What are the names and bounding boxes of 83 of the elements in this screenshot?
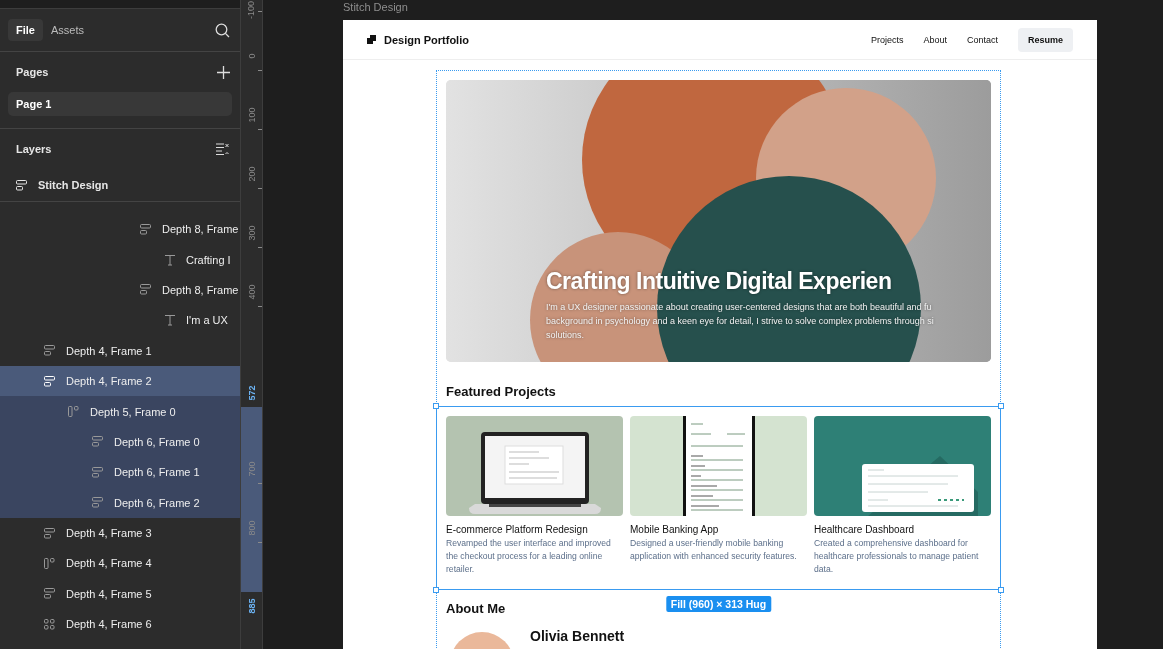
grid-icon bbox=[44, 618, 56, 630]
layer-row[interactable]: Depth 4, Frame 4 bbox=[0, 548, 240, 579]
layer-row[interactable]: Depth 4, Frame 1 bbox=[0, 335, 240, 366]
brand-name: Design Portfolio bbox=[384, 33, 469, 46]
project-title: Mobile Banking App bbox=[630, 524, 720, 535]
layer-row[interactable]: Depth 8, Frame bbox=[0, 274, 240, 306]
layer-name: Depth 4, Frame 3 bbox=[66, 527, 152, 540]
nav-link[interactable]: About bbox=[923, 34, 947, 45]
frame-icon bbox=[44, 588, 56, 600]
ruler-label: 800 bbox=[246, 520, 257, 536]
ruler-label: 0 bbox=[246, 53, 257, 59]
frame-icon bbox=[92, 497, 104, 509]
section-title: Pages bbox=[16, 66, 49, 78]
nav-link[interactable]: Projects bbox=[870, 34, 904, 45]
ruler-label: 885 bbox=[246, 598, 257, 614]
layer-name: Depth 8, Frame bbox=[162, 283, 239, 296]
frame-icon bbox=[44, 375, 56, 387]
project-description: Revamped the user interface and improved the checkout process for a leading online retailer. bbox=[446, 537, 612, 576]
nav-link[interactable]: Contact bbox=[966, 34, 998, 45]
project-title: Healthcare Dashboard bbox=[814, 524, 916, 535]
frame-icon bbox=[44, 558, 56, 569]
resize-handle[interactable] bbox=[433, 587, 439, 593]
layer-row[interactable]: Crafting I bbox=[0, 244, 240, 275]
layer-name: I'm a UX bbox=[186, 314, 228, 327]
panel-tab[interactable]: File bbox=[8, 19, 43, 41]
layer-name: Depth 6, Frame 0 bbox=[114, 435, 200, 448]
frame-icon bbox=[16, 179, 28, 191]
text-icon bbox=[164, 314, 176, 327]
person-name: Olivia Bennett bbox=[530, 628, 625, 646]
layer-name: Depth 6, Frame 1 bbox=[114, 466, 200, 479]
layer-row[interactable]: Depth 4, Frame 6 bbox=[0, 609, 240, 640]
layer-row[interactable]: Depth 4, Frame 2 bbox=[0, 365, 240, 397]
project-title: E-commerce Platform Redesign bbox=[446, 524, 589, 535]
frame-icon bbox=[140, 223, 152, 235]
size-badge: Fill (960) × 313 Hug bbox=[665, 596, 772, 612]
layer-name: Depth 4, Frame 4 bbox=[66, 557, 152, 570]
frame-icon bbox=[92, 436, 104, 448]
frame-icon bbox=[44, 527, 56, 539]
layer-name: Depth 4, Frame 6 bbox=[66, 618, 152, 631]
ruler-label: 200 bbox=[246, 166, 257, 182]
layer-row[interactable]: Depth 8, Frame bbox=[0, 214, 240, 245]
layer-row[interactable]: Depth 6, Frame 0 bbox=[0, 426, 240, 458]
resize-handle[interactable] bbox=[998, 587, 1004, 593]
ruler-label: 100 bbox=[246, 107, 257, 123]
ruler-label: 400 bbox=[246, 284, 257, 300]
section-heading: Featured Projects bbox=[446, 383, 557, 401]
section-heading: About Me bbox=[446, 601, 506, 616]
layer-row[interactable]: Depth 4, Frame 5 bbox=[0, 578, 240, 610]
add-icon[interactable] bbox=[215, 63, 232, 81]
hero-text-line: solutions. bbox=[546, 329, 586, 343]
frame-icon bbox=[140, 284, 152, 296]
text-icon bbox=[164, 253, 176, 266]
layer-row[interactable]: Depth 5, Frame 0 bbox=[0, 396, 240, 427]
frame-icon bbox=[44, 345, 56, 357]
layer-row[interactable]: Depth 4, Frame 3 bbox=[0, 517, 240, 549]
layer-name: Depth 4, Frame 1 bbox=[66, 344, 152, 357]
ruler-label: 300 bbox=[246, 225, 257, 241]
section-title: Layers bbox=[16, 143, 52, 155]
frame-label[interactable]: Stitch Design bbox=[343, 0, 1163, 20]
layer-row[interactable]: I'm a UX bbox=[0, 305, 240, 336]
resume-button[interactable]: Resume bbox=[1018, 27, 1073, 52]
panel-tab[interactable]: Assets bbox=[42, 19, 92, 41]
layer-name: Stitch Design bbox=[38, 179, 109, 191]
project-description: Designed a user-friendly mobile banking application with enhanced security features. bbox=[630, 537, 798, 563]
layer-row[interactable]: Depth 6, Frame 1 bbox=[0, 457, 240, 488]
collapse-layers-icon[interactable] bbox=[214, 141, 232, 157]
ruler-label: 700 bbox=[246, 461, 257, 477]
layer-name: Crafting I bbox=[186, 253, 231, 266]
layer-row[interactable]: Depth 6, Frame 2 bbox=[0, 487, 240, 518]
layer-name: Depth 6, Frame 2 bbox=[114, 496, 200, 509]
layer-name: Depth 4, Frame 5 bbox=[66, 587, 152, 600]
layer-name: Depth 5, Frame 0 bbox=[90, 405, 176, 418]
frame-icon bbox=[68, 406, 80, 418]
ruler-label: 572 bbox=[246, 385, 257, 401]
logo-icon bbox=[367, 35, 376, 44]
layer-name: Depth 4, Frame 2 bbox=[66, 375, 152, 388]
layer-name: Depth 8, Frame bbox=[162, 223, 239, 236]
resize-handle[interactable] bbox=[433, 403, 439, 409]
project-description: Created a comprehensive dashboard for healthcare professionals to manage patient data. bbox=[814, 537, 980, 576]
ruler-label: -100 bbox=[246, 1, 257, 19]
frame-icon bbox=[92, 466, 104, 478]
page-item[interactable]: Page 1 bbox=[8, 92, 232, 116]
resize-handle[interactable] bbox=[998, 403, 1004, 409]
